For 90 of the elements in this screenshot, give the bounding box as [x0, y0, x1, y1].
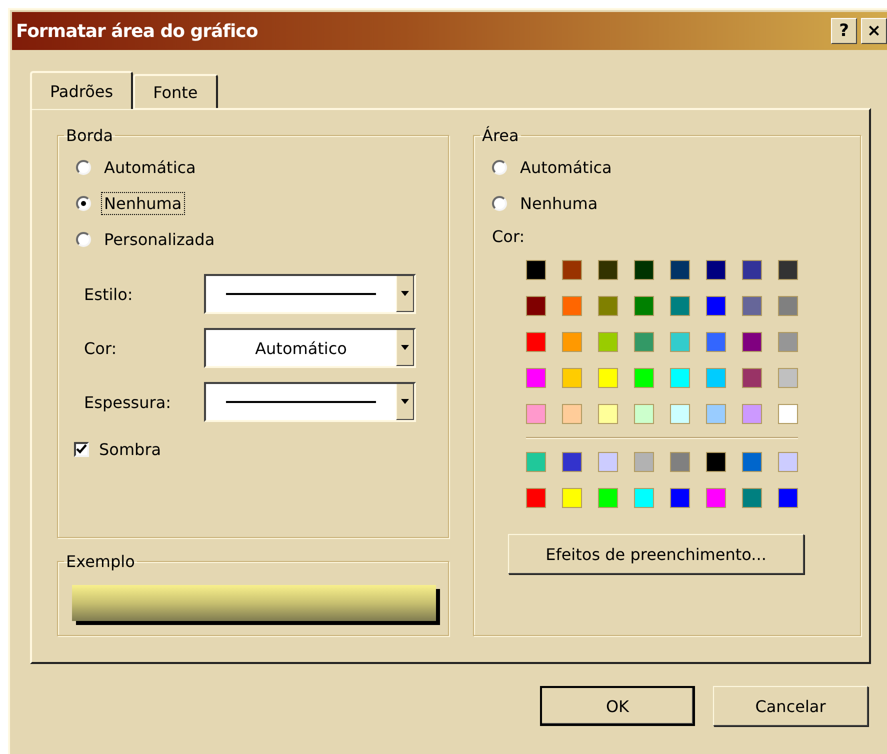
color-swatch[interactable]: [778, 332, 798, 352]
color-swatch[interactable]: [562, 332, 582, 352]
color-swatch[interactable]: [742, 368, 762, 388]
group-title: Borda: [65, 126, 114, 145]
color-swatch[interactable]: [634, 296, 654, 316]
color-swatch[interactable]: [706, 260, 726, 280]
group-title: Exemplo: [65, 552, 136, 571]
color-swatch[interactable]: [598, 260, 618, 280]
help-button[interactable]: ?: [831, 18, 857, 44]
color-swatch[interactable]: [598, 488, 618, 508]
tab[interactable]: Fonte: [133, 74, 218, 108]
color-swatch[interactable]: [778, 452, 798, 472]
color-swatch[interactable]: [634, 260, 654, 280]
color-swatch[interactable]: [670, 404, 690, 424]
radio-button[interactable]: [76, 232, 91, 246]
dropdown-arrow-icon[interactable]: [401, 291, 409, 296]
color-swatch[interactable]: [634, 332, 654, 352]
color-swatch[interactable]: [742, 296, 762, 316]
color-swatch[interactable]: [706, 488, 726, 508]
color-swatch[interactable]: [526, 260, 546, 280]
radio-label[interactable]: Nenhuma: [101, 192, 185, 214]
color-swatch[interactable]: [670, 368, 690, 388]
dropdown-field[interactable]: Automático: [204, 328, 416, 368]
color-swatch[interactable]: [742, 404, 762, 424]
color-label: Cor:: [492, 227, 526, 246]
dropdown-field[interactable]: [204, 274, 416, 314]
color-swatch[interactable]: [562, 296, 582, 316]
color-swatch[interactable]: [670, 488, 690, 508]
radio-button[interactable]: [76, 160, 91, 174]
color-swatch[interactable]: [670, 452, 690, 472]
checkbox[interactable]: [74, 442, 89, 456]
color-swatch[interactable]: [706, 296, 726, 316]
color-swatch[interactable]: [742, 452, 762, 472]
color-swatch[interactable]: [562, 404, 582, 424]
close-button[interactable]: ×: [861, 18, 887, 44]
color-swatch[interactable]: [706, 452, 726, 472]
color-swatch[interactable]: [778, 488, 798, 508]
color-swatch[interactable]: [634, 452, 654, 472]
color-swatch[interactable]: [562, 452, 582, 472]
color-swatch[interactable]: [526, 332, 546, 352]
radio-label[interactable]: Automática: [517, 156, 615, 178]
color-swatch[interactable]: [706, 368, 726, 388]
dialog-button[interactable]: Cancelar: [713, 686, 868, 726]
color-swatch[interactable]: [670, 332, 690, 352]
color-swatch[interactable]: [598, 368, 618, 388]
color-swatch[interactable]: [598, 296, 618, 316]
window-title: Formatar área do gráfico: [16, 20, 258, 42]
color-swatch[interactable]: [526, 368, 546, 388]
color-swatch[interactable]: [526, 296, 546, 316]
radio-button[interactable]: [492, 196, 507, 210]
color-swatch[interactable]: [526, 452, 546, 472]
color-swatch[interactable]: [526, 404, 546, 424]
radio-button[interactable]: [492, 160, 507, 174]
fill-effects-button[interactable]: Efeitos de preenchimento...: [508, 534, 804, 574]
color-swatch[interactable]: [562, 488, 582, 508]
radio-label[interactable]: Personalizada: [101, 228, 218, 250]
color-swatch[interactable]: [742, 332, 762, 352]
color-swatch[interactable]: [778, 296, 798, 316]
radio-label[interactable]: Nenhuma: [517, 192, 601, 214]
color-swatch[interactable]: [598, 332, 618, 352]
color-swatch[interactable]: [634, 368, 654, 388]
color-swatch[interactable]: [526, 488, 546, 508]
color-swatch[interactable]: [634, 488, 654, 508]
dropdown-arrow-icon[interactable]: [401, 399, 409, 404]
color-swatch[interactable]: [742, 260, 762, 280]
radio-label[interactable]: Automática: [101, 156, 199, 178]
color-swatch[interactable]: [706, 404, 726, 424]
field-label: Cor:: [84, 338, 118, 358]
radio-button[interactable]: [76, 196, 91, 210]
color-swatch[interactable]: [778, 368, 798, 388]
color-swatch[interactable]: [598, 404, 618, 424]
group-title: Área: [481, 126, 520, 145]
checkbox-label[interactable]: Sombra: [99, 440, 162, 458]
check-icon: [76, 444, 87, 454]
tab[interactable]: Padrões: [30, 71, 134, 109]
color-swatch[interactable]: [706, 332, 726, 352]
dropdown-arrow-icon[interactable]: [401, 345, 409, 350]
color-swatch[interactable]: [562, 368, 582, 388]
dialog-button[interactable]: OK: [540, 686, 695, 726]
field-label: Estilo:: [84, 284, 134, 304]
color-swatch[interactable]: [634, 404, 654, 424]
color-swatch[interactable]: [598, 452, 618, 472]
color-swatch[interactable]: [670, 296, 690, 316]
color-swatch[interactable]: [742, 488, 762, 508]
dropdown-field[interactable]: [204, 382, 416, 422]
color-swatch[interactable]: [670, 260, 690, 280]
color-swatch[interactable]: [778, 260, 798, 280]
color-swatch[interactable]: [562, 260, 582, 280]
field-label: Espessura:: [84, 392, 172, 412]
color-swatch[interactable]: [778, 404, 798, 424]
